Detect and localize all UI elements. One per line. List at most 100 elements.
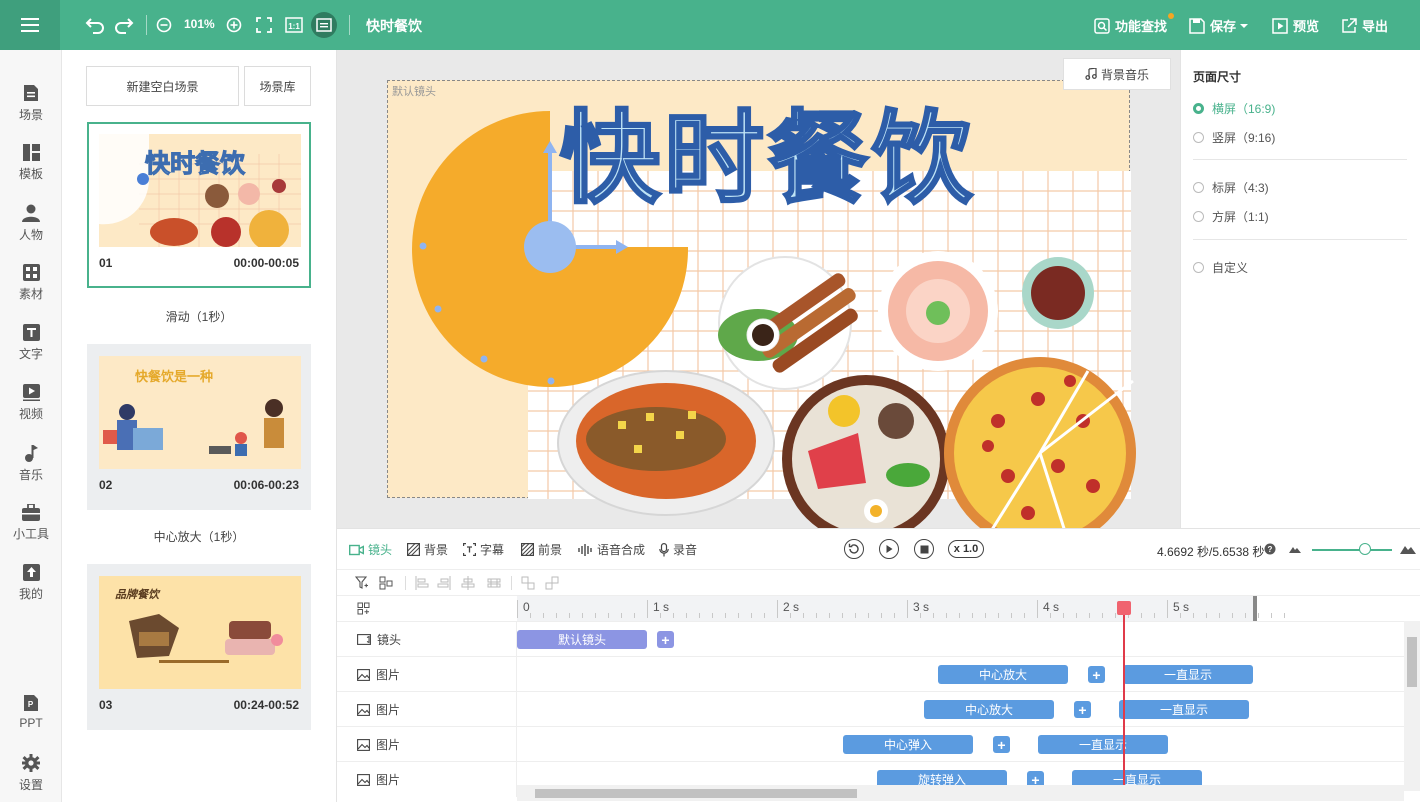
gear-icon bbox=[22, 754, 40, 772]
scene-library-button[interactable]: 场景库 bbox=[244, 66, 311, 106]
tab-subtitle[interactable]: 字幕 bbox=[463, 541, 504, 558]
size-option-standard[interactable]: 标屏（4:3) bbox=[1193, 179, 1269, 196]
stage-canvas[interactable]: 默认镜头 快时餐饮 bbox=[387, 80, 1136, 528]
add-effect-button[interactable]: + bbox=[993, 736, 1010, 753]
background-music-button[interactable]: 背景音乐 bbox=[1063, 58, 1171, 90]
nav-item-ppt[interactable]: P PPT bbox=[0, 694, 62, 744]
timeline-clip[interactable]: 中心放大 bbox=[938, 665, 1068, 684]
timeline-clip[interactable]: 一直显示 bbox=[1038, 735, 1168, 754]
track-row[interactable]: 图片 中心弹入 + 一直显示 bbox=[337, 726, 1404, 762]
nav-item-video[interactable]: 视频 bbox=[0, 384, 62, 434]
scene-transition-2[interactable]: 中心放大（1秒） bbox=[87, 528, 311, 545]
preview-label: 预览 bbox=[1293, 19, 1320, 34]
actual-size-button[interactable]: 1:1 bbox=[282, 13, 306, 37]
add-effect-button[interactable]: + bbox=[657, 631, 674, 648]
playback-speed-button[interactable]: x 1.0 bbox=[948, 540, 984, 558]
tab-voice-synthesis[interactable]: 语音合成 bbox=[578, 541, 645, 558]
tab-background[interactable]: 背景 bbox=[407, 541, 448, 558]
project-title[interactable]: 快时餐饮 bbox=[366, 16, 422, 36]
nav-item-music[interactable]: 音乐 bbox=[0, 444, 62, 494]
slider-handle[interactable] bbox=[1359, 543, 1371, 555]
track-row[interactable]: 图片 中心放大 + 一直显示 bbox=[337, 691, 1404, 727]
align-center-icon[interactable] bbox=[461, 576, 475, 590]
scene-card-1[interactable]: 快时餐饮 01 00:00-00:05 bbox=[87, 122, 311, 288]
scrollbar-thumb[interactable] bbox=[1407, 637, 1417, 687]
replay-button[interactable] bbox=[844, 539, 864, 559]
ruler-tick-minor bbox=[972, 613, 973, 618]
grid-settings-icon[interactable] bbox=[357, 602, 370, 615]
zoom-in-mountain-icon[interactable] bbox=[1400, 542, 1416, 555]
nav-item-mine[interactable]: 我的 bbox=[0, 564, 62, 614]
size-option-landscape[interactable]: 横屏（16:9) bbox=[1193, 100, 1275, 117]
fullscreen-button[interactable] bbox=[252, 13, 276, 37]
nav-item-toolbox[interactable]: 小工具 bbox=[0, 504, 62, 554]
nav-item-settings[interactable]: 设置 bbox=[0, 754, 62, 802]
safe-area-button[interactable] bbox=[311, 12, 337, 38]
playhead[interactable] bbox=[1123, 601, 1125, 791]
size-option-custom[interactable]: 自定义 bbox=[1193, 259, 1248, 276]
playhead-handle[interactable] bbox=[1117, 601, 1131, 615]
timeline-clip[interactable]: 一直显示 bbox=[1123, 665, 1253, 684]
scene-transition-1[interactable]: 滑动（1秒） bbox=[87, 308, 311, 325]
undo-button[interactable] bbox=[83, 13, 107, 37]
play-button[interactable] bbox=[879, 539, 899, 559]
find-feature-button[interactable]: 功能查找 bbox=[1094, 16, 1167, 35]
track-header[interactable]: 图片 bbox=[337, 762, 517, 797]
ruler-tick bbox=[777, 600, 778, 618]
track-header[interactable]: 镜头 bbox=[337, 622, 517, 657]
track-row[interactable]: 镜头 默认镜头 + bbox=[337, 621, 1404, 657]
size-option-portrait[interactable]: 竖屏（9:16) bbox=[1193, 129, 1275, 146]
zoom-out-mountain-icon[interactable] bbox=[1289, 544, 1301, 554]
stop-button[interactable] bbox=[914, 539, 934, 559]
scrollbar-thumb[interactable] bbox=[535, 789, 857, 798]
help-icon[interactable]: ? bbox=[1264, 543, 1276, 555]
filter-icon[interactable] bbox=[355, 576, 369, 590]
zoom-out-button[interactable] bbox=[152, 13, 176, 37]
nav-item-template[interactable]: 模板 bbox=[0, 144, 62, 194]
canvas-title[interactable]: 快时餐饮 bbox=[559, 108, 976, 211]
timeline-clip[interactable]: 默认镜头 bbox=[517, 630, 647, 649]
ruler-tick-minor bbox=[803, 613, 804, 618]
timeline-clip[interactable]: 中心弹入 bbox=[843, 735, 973, 754]
layout-icon[interactable] bbox=[379, 576, 393, 590]
nav-item-person[interactable]: 人物 bbox=[0, 204, 62, 254]
nav-item-text[interactable]: 文字 bbox=[0, 324, 62, 374]
nav-label: 小工具 bbox=[12, 527, 49, 541]
add-effect-button[interactable]: + bbox=[1074, 701, 1091, 718]
zoom-in-button[interactable] bbox=[222, 13, 246, 37]
scene-card-2[interactable]: 快餐饮是一种 02 00:06-00:23 bbox=[87, 344, 311, 510]
align-right-icon[interactable] bbox=[437, 576, 451, 590]
tab-camera[interactable]: 镜头 bbox=[349, 541, 392, 558]
scene-card-3[interactable]: 品牌餐饮 03 00:24-00:52 bbox=[87, 564, 311, 730]
track-header[interactable]: 图片 bbox=[337, 657, 517, 692]
timeline-clip[interactable]: 中心放大 bbox=[924, 700, 1054, 719]
nav-item-material[interactable]: 素材 bbox=[0, 264, 62, 314]
add-effect-button[interactable]: + bbox=[1088, 666, 1105, 683]
ruler-end-marker[interactable] bbox=[1253, 596, 1257, 622]
save-button[interactable]: 保存 bbox=[1189, 16, 1249, 35]
group-icon[interactable] bbox=[521, 576, 535, 590]
track-header[interactable]: 图片 bbox=[337, 727, 517, 762]
vertical-scrollbar[interactable] bbox=[1404, 621, 1420, 791]
tab-foreground[interactable]: 前景 bbox=[521, 541, 562, 558]
find-feature-label: 功能查找 bbox=[1115, 19, 1168, 34]
horizontal-scrollbar[interactable] bbox=[517, 785, 1404, 801]
timeline-clip[interactable]: 一直显示 bbox=[1119, 700, 1249, 719]
track-row[interactable]: 图片 中心放大 + 一直显示 bbox=[337, 656, 1404, 692]
redo-button[interactable] bbox=[112, 13, 136, 37]
preview-button[interactable]: 预览 bbox=[1272, 16, 1319, 35]
nav-item-scene[interactable]: 场景 bbox=[0, 84, 62, 134]
nav-label: 文字 bbox=[18, 347, 43, 361]
time-ruler[interactable]: 0 1 s 2 s 3 s 4 s 5 s bbox=[517, 596, 1285, 622]
export-button[interactable]: 导出 bbox=[1341, 16, 1388, 35]
track-header[interactable]: 图片 bbox=[337, 692, 517, 727]
tab-record[interactable]: 录音 bbox=[659, 541, 697, 558]
app-window: 101% 1:1 快时餐饮 功能查找 保存 预览 导出 场景 模板 人物 素材 … bbox=[0, 0, 1420, 802]
menu-button[interactable] bbox=[0, 0, 60, 50]
timeline-zoom-slider[interactable] bbox=[1312, 549, 1392, 551]
distribute-icon[interactable] bbox=[487, 576, 501, 590]
new-blank-scene-button[interactable]: 新建空白场景 bbox=[86, 66, 239, 106]
size-option-square[interactable]: 方屏（1:1) bbox=[1193, 208, 1269, 225]
ungroup-icon[interactable] bbox=[545, 576, 559, 590]
align-left-icon[interactable] bbox=[415, 576, 429, 590]
